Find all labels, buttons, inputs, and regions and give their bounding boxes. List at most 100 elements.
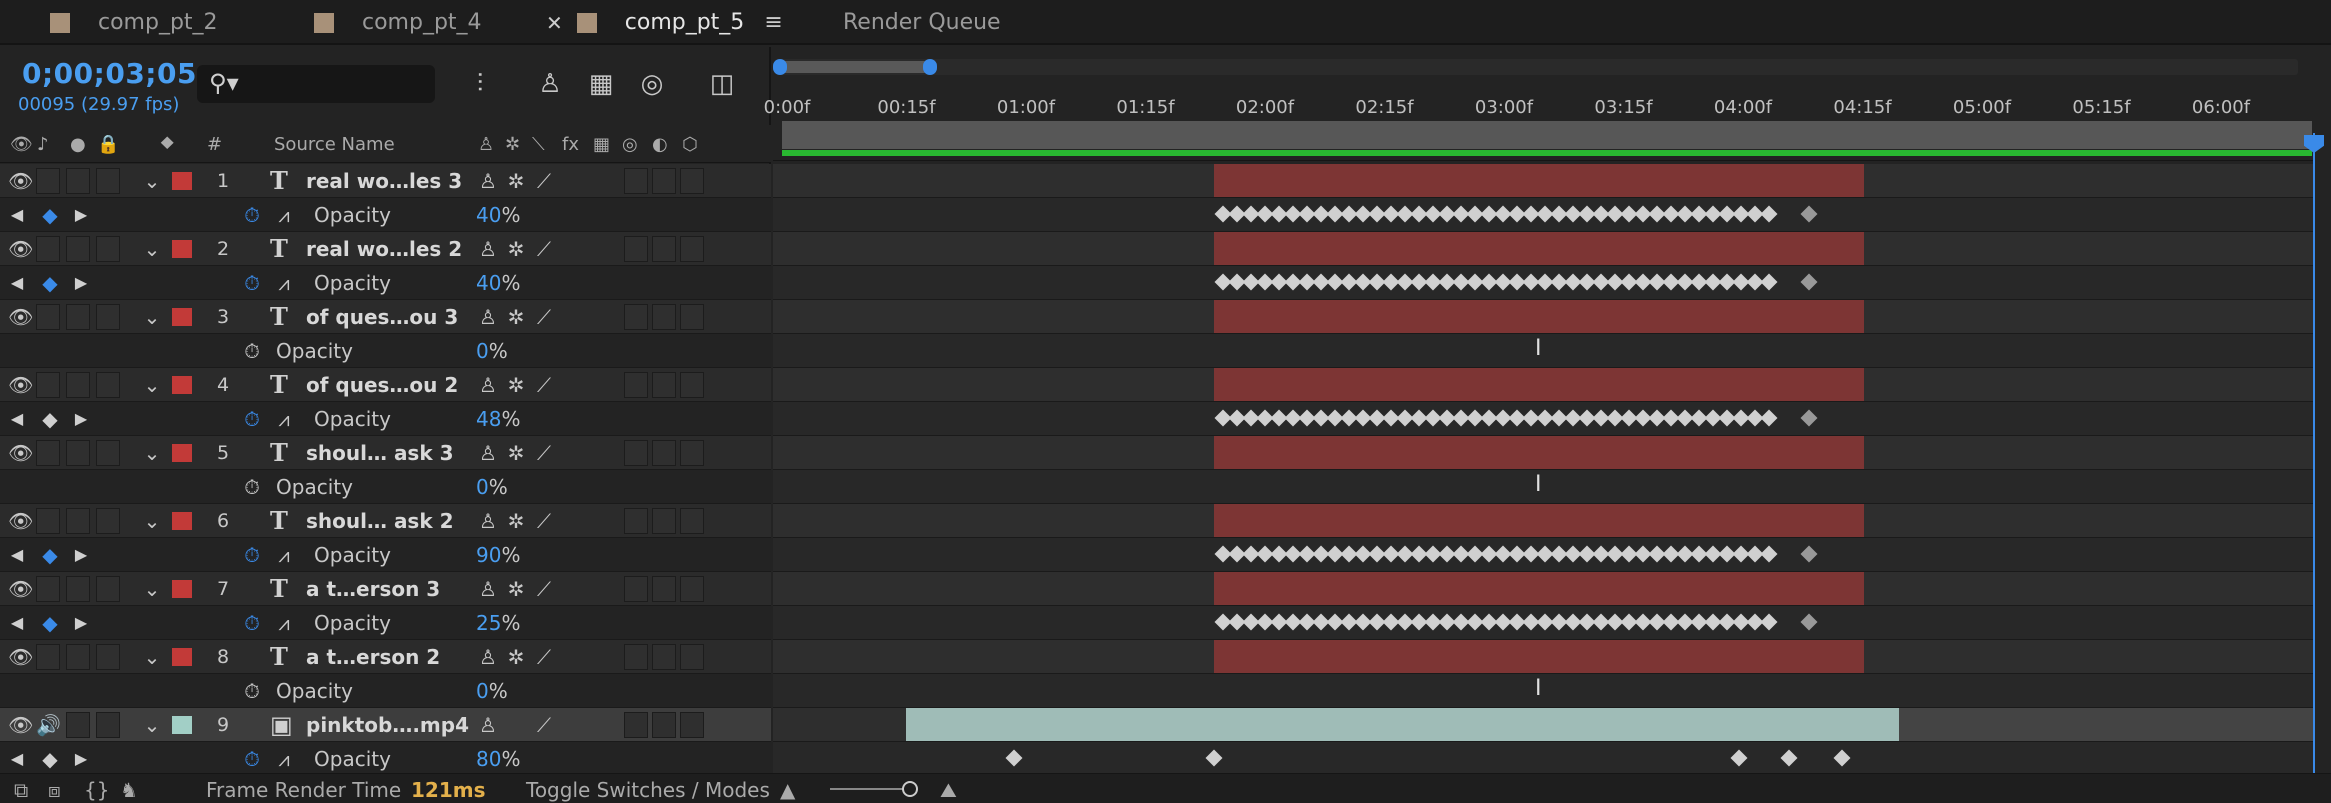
layer-row[interactable]: 👁 ⌄ 4 Tof ques…ou 2 ♙ ✲ ⟋ — [0, 368, 771, 402]
layer-row[interactable]: 👁 ⌄ 6 Tshoul… ask 2 ♙ ✲ ⟋ — [0, 504, 771, 538]
eye-icon[interactable]: 👁 — [8, 300, 33, 334]
motion-blur-switch[interactable] — [624, 440, 648, 466]
motion-blur-switch[interactable] — [624, 168, 648, 194]
keyframe-marker[interactable] — [1760, 205, 1778, 223]
panel-menu-icon[interactable]: ≡ — [764, 10, 782, 35]
solo-switch[interactable] — [66, 576, 90, 602]
solo-switch[interactable] — [66, 644, 90, 670]
solo-icon[interactable]: ● — [70, 134, 86, 155]
playhead-line[interactable] — [2313, 133, 2315, 803]
layer-name[interactable]: real wo…les 3 — [306, 164, 462, 198]
keyframe-marker[interactable] — [1800, 545, 1818, 563]
solo-switch[interactable] — [66, 304, 90, 330]
quality-switch-icon[interactable]: ⟋ — [530, 368, 558, 402]
property-value[interactable]: 90% — [476, 538, 520, 572]
keyframe-toggle-icon[interactable]: ◆ — [38, 606, 62, 640]
3d-switch[interactable] — [680, 712, 704, 738]
keyframe-marker[interactable] — [1800, 613, 1818, 631]
layer-name[interactable]: of ques…ou 3 — [306, 300, 458, 334]
layer-name[interactable]: shoul… ask 3 — [306, 436, 454, 470]
keyframe-toggle-icon[interactable]: ◆ — [38, 538, 62, 572]
stopwatch-icon[interactable]: ⏱ — [238, 742, 266, 776]
audio-icon[interactable]: 🔊 — [36, 708, 61, 742]
next-keyframe-icon[interactable]: ▶ — [72, 266, 90, 300]
layer-track[interactable] — [773, 436, 2313, 470]
property-value[interactable]: 40% — [476, 266, 520, 300]
label-color-swatch[interactable] — [172, 172, 192, 190]
property-value[interactable]: 0% — [476, 674, 508, 708]
property-track[interactable] — [773, 266, 2313, 300]
layer-track[interactable] — [773, 232, 2313, 266]
stopwatch-icon[interactable]: ⏱ — [238, 606, 266, 640]
graph-icon[interactable]: ⩘ — [272, 742, 296, 776]
keyframe-marker[interactable] — [1205, 749, 1223, 767]
solo-switch[interactable] — [66, 440, 90, 466]
eye-icon[interactable]: 👁 — [8, 368, 33, 402]
previous-keyframe-icon[interactable]: ◀ — [8, 198, 26, 232]
lock-switch[interactable] — [96, 236, 120, 262]
chevron-down-icon[interactable]: ⌄ — [140, 232, 164, 266]
adjustment-switch[interactable] — [652, 712, 676, 738]
quality-switch-icon[interactable]: ⟋ — [530, 708, 558, 742]
property-value[interactable]: 80% — [476, 742, 520, 776]
solo-switch[interactable] — [66, 236, 90, 262]
lock-switch[interactable] — [96, 372, 120, 398]
keyframe-marker[interactable] — [1760, 545, 1778, 563]
lock-switch[interactable] — [96, 644, 120, 670]
chevron-down-icon[interactable]: ⌄ — [140, 436, 164, 470]
property-track[interactable] — [773, 742, 2313, 776]
shy-layers-icon[interactable]: ♙ — [533, 67, 567, 101]
layer-duration-bar[interactable] — [1214, 300, 1864, 333]
shy-switch-icon[interactable]: ♙ — [474, 504, 502, 538]
time-navigator[interactable] — [778, 59, 2298, 75]
3d-layer-column-icon[interactable]: ⬡ — [682, 134, 698, 155]
render-time-icon[interactable]: ♞ — [120, 778, 138, 802]
column-number[interactable]: # — [207, 134, 222, 155]
3d-switch[interactable] — [680, 508, 704, 534]
tab-comp-pt-5[interactable]: ✕ comp_pt_5 ≡ — [546, 0, 783, 45]
layer-track[interactable] — [773, 164, 2313, 198]
property-row[interactable]: ⏱ Opacity 0% — [0, 334, 771, 368]
layer-track[interactable] — [773, 504, 2313, 538]
layer-row[interactable]: 👁 ⌄ 8 Ta t…erson 2 ♙ ✲ ⟋ — [0, 640, 771, 674]
label-color-swatch[interactable] — [172, 376, 192, 394]
tab-comp-pt-4[interactable]: comp_pt_4 — [314, 0, 482, 45]
3d-switch[interactable] — [680, 372, 704, 398]
audio-switch[interactable] — [36, 508, 60, 534]
quality-column-icon[interactable]: ⟍ — [532, 134, 545, 155]
collapse-column-icon[interactable]: ✲ — [505, 134, 520, 155]
shy-switch-icon[interactable]: ♙ — [474, 708, 502, 742]
motion-blur-switch[interactable] — [624, 712, 648, 738]
next-keyframe-icon[interactable]: ▶ — [72, 538, 90, 572]
previous-keyframe-icon[interactable]: ◀ — [8, 742, 26, 776]
quality-switch-icon[interactable]: ⟋ — [530, 640, 558, 674]
layer-tail-bar[interactable] — [1899, 708, 2313, 741]
label-color-swatch[interactable] — [172, 716, 192, 734]
frame-blend-column-icon[interactable]: ▦ — [593, 134, 610, 155]
layer-duration-bar[interactable] — [906, 708, 1899, 741]
eye-icon[interactable]: 👁 — [8, 164, 33, 198]
stopwatch-icon[interactable]: ⏱ — [238, 674, 266, 708]
adjustment-switch[interactable] — [652, 304, 676, 330]
collapse-switch-icon[interactable]: ✲ — [504, 300, 528, 334]
work-area-bar[interactable] — [782, 121, 2312, 149]
collapse-switch-icon[interactable]: ✲ — [504, 368, 528, 402]
fx-column-icon[interactable]: fx — [562, 134, 579, 155]
quality-switch-icon[interactable]: ⟋ — [530, 232, 558, 266]
motion-blur-icon[interactable]: ◎ — [635, 67, 669, 101]
quality-switch-icon[interactable]: ⟋ — [530, 572, 558, 606]
layer-name[interactable]: shoul… ask 2 — [306, 504, 454, 538]
next-keyframe-icon[interactable]: ▶ — [72, 606, 90, 640]
tab-render-queue[interactable]: Render Queue — [843, 0, 1001, 45]
shy-switch-icon[interactable]: ♙ — [474, 640, 502, 674]
solo-switch[interactable] — [66, 372, 90, 398]
layer-track[interactable] — [773, 300, 2313, 334]
audio-switch[interactable] — [36, 372, 60, 398]
lock-switch[interactable] — [96, 168, 120, 194]
quality-switch-icon[interactable]: ⟋ — [530, 436, 558, 470]
keyframe-marker[interactable] — [1730, 749, 1748, 767]
chevron-down-icon[interactable]: ⌄ — [140, 368, 164, 402]
label-color-swatch[interactable] — [172, 240, 192, 258]
audio-icon[interactable]: ♪ — [37, 134, 49, 155]
eye-icon[interactable]: 👁 — [10, 134, 33, 155]
